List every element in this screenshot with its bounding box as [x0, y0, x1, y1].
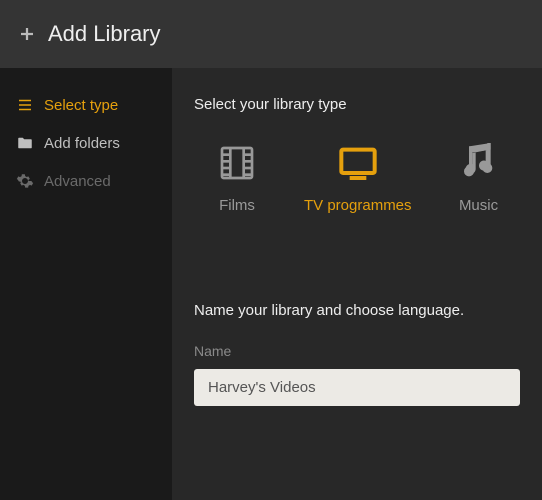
folder-icon — [16, 134, 34, 152]
dialog-title: Add Library — [48, 21, 161, 47]
film-icon — [212, 143, 262, 183]
library-type-label: Music — [459, 197, 498, 214]
music-icon — [454, 143, 504, 183]
sidebar-item-label: Add folders — [44, 135, 120, 152]
dialog-header: Add Library — [0, 0, 542, 68]
plus-icon — [18, 25, 36, 43]
list-icon — [16, 96, 34, 114]
wizard-sidebar: Select type Add folders Advanced — [0, 68, 172, 500]
library-name-input[interactable] — [194, 369, 520, 406]
sidebar-item-advanced[interactable]: Advanced — [0, 162, 172, 200]
main-panel: Select your library type Films TV progra… — [172, 68, 542, 500]
name-field-label: Name — [194, 343, 520, 359]
library-type-row: Films TV programmes Music — [194, 143, 520, 214]
sidebar-item-select-type[interactable]: Select type — [0, 86, 172, 124]
library-type-label: TV programmes — [304, 197, 412, 214]
sidebar-item-label: Select type — [44, 97, 118, 114]
sidebar-item-add-folders[interactable]: Add folders — [0, 124, 172, 162]
tv-icon — [333, 143, 383, 183]
library-type-tv[interactable]: TV programmes — [304, 143, 412, 214]
gear-icon — [16, 172, 34, 190]
library-type-music[interactable]: Music — [454, 143, 504, 214]
sidebar-item-label: Advanced — [44, 173, 111, 190]
select-type-heading: Select your library type — [194, 96, 520, 113]
library-type-label: Films — [219, 197, 255, 214]
name-section-heading: Name your library and choose language. — [194, 302, 520, 319]
library-type-films[interactable]: Films — [212, 143, 262, 214]
